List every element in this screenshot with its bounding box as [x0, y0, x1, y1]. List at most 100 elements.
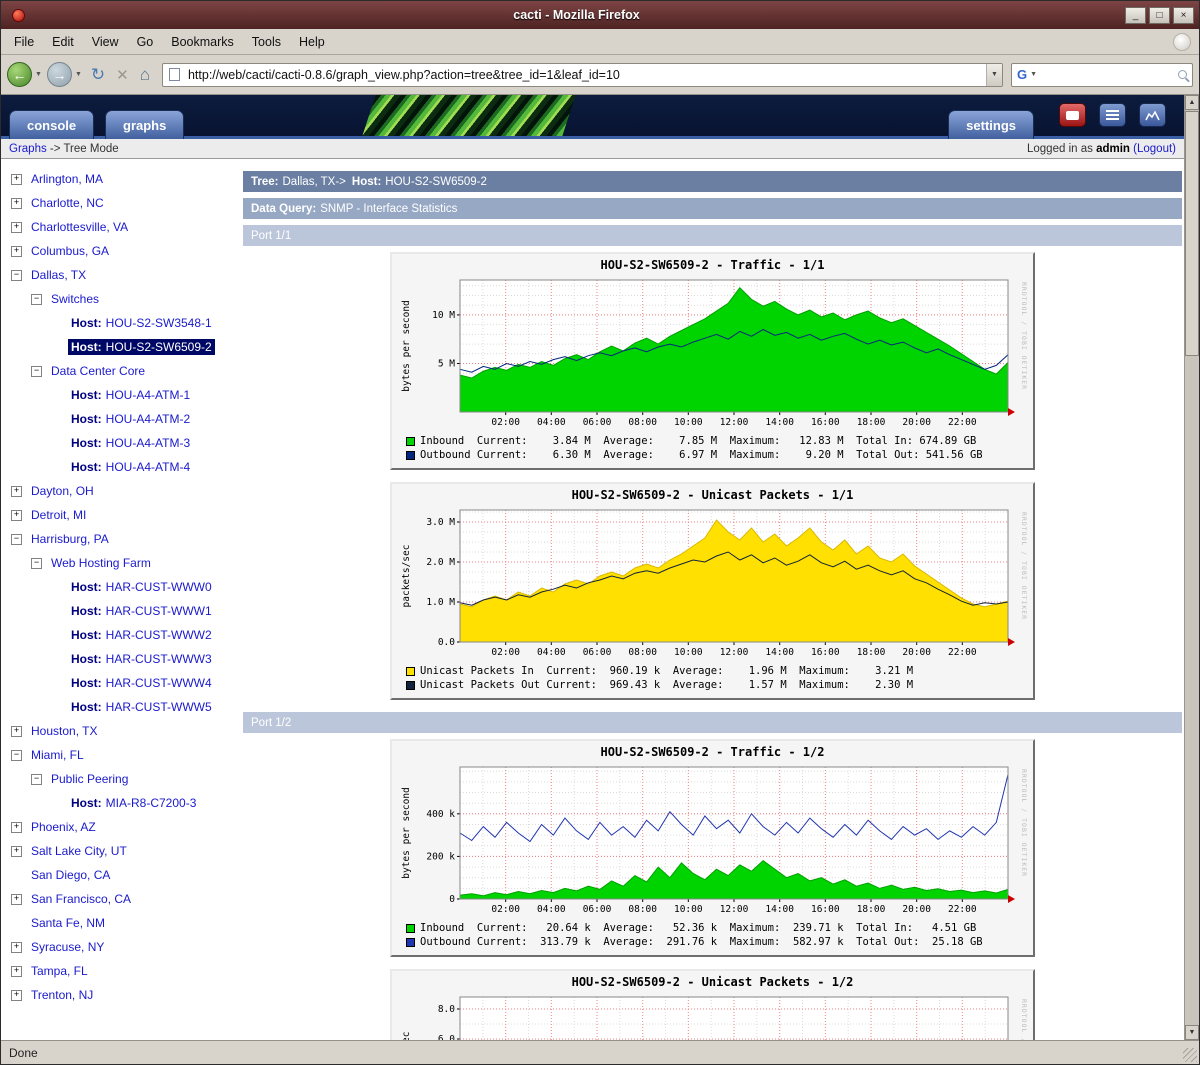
- tree-link[interactable]: HOU-S2-SW3548-1: [106, 316, 212, 330]
- home-button[interactable]: ⌂: [136, 65, 154, 85]
- host-prefix-label: Host:: [71, 388, 102, 402]
- search-engine-dropdown-icon[interactable]: ▼: [1030, 71, 1037, 78]
- tree-link[interactable]: Phoenix, AZ: [31, 820, 96, 834]
- expand-toggle-icon[interactable]: +: [11, 485, 22, 497]
- expand-toggle-icon[interactable]: +: [11, 965, 22, 977]
- scroll-up-icon[interactable]: ▲: [1185, 95, 1199, 110]
- tree-link[interactable]: Syracuse, NY: [31, 940, 104, 954]
- tree-link[interactable]: HOU-A4-ATM-2: [106, 412, 190, 426]
- vertical-scrollbar[interactable]: ▲ ▼: [1184, 95, 1199, 1040]
- tree-link[interactable]: Switches: [51, 292, 99, 306]
- expand-toggle-icon[interactable]: +: [11, 509, 22, 521]
- menu-help[interactable]: Help: [290, 31, 334, 53]
- tree-link[interactable]: Web Hosting Farm: [51, 556, 151, 570]
- resize-grip[interactable]: [1183, 1048, 1197, 1062]
- collapse-toggle-icon[interactable]: −: [11, 749, 22, 761]
- tree-link[interactable]: Public Peering: [51, 772, 128, 786]
- tree-link[interactable]: HAR-CUST-WWW3: [106, 652, 212, 666]
- forward-button[interactable]: →: [46, 62, 72, 87]
- titlebar[interactable]: cacti - Mozilla Firefox _ □ ×: [1, 1, 1199, 29]
- tree-link[interactable]: Miami, FL: [31, 748, 84, 762]
- tree-link[interactable]: HOU-A4-ATM-1: [106, 388, 190, 402]
- tree-link[interactable]: Detroit, MI: [31, 508, 86, 522]
- search-icon[interactable]: [1178, 70, 1187, 79]
- menu-tools[interactable]: Tools: [243, 31, 290, 53]
- expand-toggle-icon[interactable]: +: [11, 989, 22, 1001]
- collapse-toggle-icon[interactable]: −: [31, 365, 42, 377]
- url-input[interactable]: [185, 66, 986, 83]
- tree-link[interactable]: HAR-CUST-WWW2: [106, 628, 212, 642]
- expand-toggle-icon[interactable]: +: [11, 893, 22, 905]
- tree-link[interactable]: San Diego, CA: [31, 868, 110, 882]
- collapse-toggle-icon[interactable]: −: [11, 269, 22, 281]
- tree-link[interactable]: Santa Fe, NM: [31, 916, 105, 930]
- menu-view[interactable]: View: [83, 31, 128, 53]
- tree-link[interactable]: HOU-A4-ATM-4: [106, 460, 190, 474]
- collapse-toggle-icon[interactable]: −: [31, 773, 42, 785]
- svg-text:02:00: 02:00: [491, 647, 520, 658]
- list-icon[interactable]: [1099, 103, 1126, 127]
- expand-toggle-icon[interactable]: +: [11, 221, 22, 233]
- tree-link[interactable]: Data Center Core: [51, 364, 145, 378]
- collapse-toggle-icon[interactable]: −: [31, 293, 42, 305]
- expand-toggle-icon[interactable]: +: [11, 821, 22, 833]
- expand-toggle-icon[interactable]: +: [11, 725, 22, 737]
- tree-link[interactable]: Arlington, MA: [31, 172, 103, 186]
- url-dropdown-icon[interactable]: ▼: [986, 63, 1002, 86]
- tab-settings[interactable]: settings: [948, 110, 1034, 139]
- tree-link[interactable]: MIA-R8-C7200-3: [106, 796, 197, 810]
- tree-link[interactable]: HAR-CUST-WWW4: [106, 676, 212, 690]
- tree-link[interactable]: Trenton, NJ: [31, 988, 93, 1002]
- tab-graphs[interactable]: graphs: [105, 110, 185, 139]
- menu-file[interactable]: File: [5, 31, 43, 53]
- tree-link[interactable]: Charlotte, NC: [31, 196, 104, 210]
- collapse-toggle-icon[interactable]: −: [31, 557, 42, 569]
- tree-link[interactable]: Charlottesville, VA: [31, 220, 128, 234]
- menu-bookmarks[interactable]: Bookmarks: [162, 31, 243, 53]
- chart-icon[interactable]: [1139, 103, 1166, 127]
- tree-link[interactable]: Tampa, FL: [31, 964, 88, 978]
- tree-link[interactable]: San Francisco, CA: [31, 892, 131, 906]
- tree-link[interactable]: Houston, TX: [31, 724, 97, 738]
- scroll-down-icon[interactable]: ▼: [1185, 1025, 1199, 1040]
- tree-link[interactable]: HAR-CUST-WWW1: [106, 604, 212, 618]
- red-bubble-icon[interactable]: [1059, 103, 1086, 127]
- tree-link[interactable]: HOU-A4-ATM-3: [106, 436, 190, 450]
- logout-link[interactable]: (Logout): [1133, 143, 1176, 155]
- graph-title: HOU-S2-SW6509-2 - Unicast Packets - 1/1: [571, 488, 854, 502]
- tree-link[interactable]: Harrisburg, PA: [31, 532, 109, 546]
- tab-console[interactable]: console: [9, 110, 95, 139]
- search-engine-icon[interactable]: G: [1017, 67, 1027, 82]
- graph-image[interactable]: HOU-S2-SW6509-2 - Traffic - 1/1 02:00 04:0…: [390, 252, 1035, 470]
- expand-toggle-icon[interactable]: +: [11, 845, 22, 857]
- forward-dropdown-icon[interactable]: ▼: [75, 71, 82, 78]
- graph-image[interactable]: HOU-S2-SW6509-2 - Traffic - 1/2 02:00 04:0…: [390, 739, 1035, 957]
- maximize-button[interactable]: □: [1149, 6, 1170, 24]
- tree-link[interactable]: Dallas, TX: [31, 268, 86, 282]
- expand-toggle-icon[interactable]: +: [11, 941, 22, 953]
- menu-edit[interactable]: Edit: [43, 31, 83, 53]
- back-button[interactable]: ←: [7, 62, 32, 87]
- tree-link[interactable]: Columbus, GA: [31, 244, 109, 258]
- expand-toggle-icon[interactable]: +: [11, 173, 22, 185]
- reload-button[interactable]: ↻: [87, 65, 109, 85]
- tree-link[interactable]: Dayton, OH: [31, 484, 94, 498]
- minimize-button[interactable]: _: [1125, 6, 1146, 24]
- menu-go[interactable]: Go: [128, 31, 163, 53]
- search-input[interactable]: [1042, 66, 1175, 83]
- tree-link[interactable]: HOU-S2-SW6509-2: [106, 340, 212, 354]
- tree-link[interactable]: Salt Lake City, UT: [31, 844, 127, 858]
- expand-toggle-icon[interactable]: +: [11, 245, 22, 257]
- scrollbar-thumb[interactable]: [1185, 111, 1199, 356]
- graph-image[interactable]: HOU-S2-SW6509-2 - Unicast Packets - 1/1 0…: [390, 482, 1035, 700]
- graph-image[interactable]: HOU-S2-SW6509-2 - Unicast Packets - 1/2 0…: [390, 969, 1035, 1040]
- tree-link[interactable]: HAR-CUST-WWW0: [106, 580, 212, 594]
- svg-text:08:00: 08:00: [628, 904, 657, 915]
- stop-button[interactable]: ✕: [112, 66, 133, 84]
- breadcrumb-graphs-link[interactable]: Graphs: [9, 143, 47, 155]
- close-button[interactable]: ×: [1173, 6, 1194, 24]
- back-dropdown-icon[interactable]: ▼: [35, 71, 42, 78]
- tree-link[interactable]: HAR-CUST-WWW5: [106, 700, 212, 714]
- expand-toggle-icon[interactable]: +: [11, 197, 22, 209]
- collapse-toggle-icon[interactable]: −: [11, 533, 22, 545]
